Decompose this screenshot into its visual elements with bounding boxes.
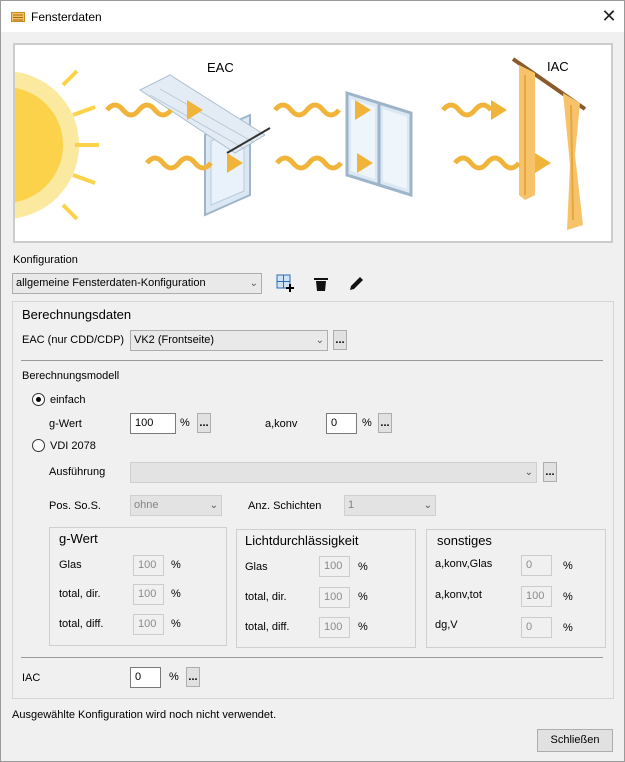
chevron-down-icon: ⌄ (423, 500, 432, 511)
edit-pencil-icon[interactable] (347, 275, 365, 293)
add-configuration-icon[interactable] (276, 274, 294, 292)
row-label: total, dir. (245, 591, 287, 603)
licht-total-diff-input[interactable]: 100 (319, 617, 350, 638)
licht-glas-input[interactable]: 100 (319, 556, 350, 577)
delete-trash-icon[interactable] (312, 275, 330, 293)
row-label: total, dir. (59, 588, 101, 600)
gwert-group: g-Wert Glas 100 % total, dir. 100 % tota… (49, 527, 227, 646)
gwert-input[interactable]: 100 (130, 413, 176, 434)
eac-label: EAC (207, 60, 234, 75)
row-label: total, diff. (245, 621, 290, 633)
unit: % (171, 588, 181, 600)
unit: % (171, 618, 181, 630)
chevron-down-icon: ⌄ (315, 335, 324, 346)
akonv-unit: % (362, 417, 372, 429)
unit: % (563, 622, 573, 634)
unit: % (563, 560, 573, 572)
unit: % (358, 561, 368, 573)
anz-label: Anz. Schichten (248, 500, 322, 512)
berechnungsdaten-panel: Berechnungsdaten EAC (nur CDD/CDP) VK2 (… (12, 301, 614, 699)
ausfuehrung-label: Ausführung (49, 466, 106, 478)
konfiguration-label: Konfiguration (13, 254, 78, 266)
group-title: g-Wert (59, 531, 98, 546)
iac-field-label: IAC (22, 672, 41, 684)
eac-more-button[interactable]: ... (333, 330, 347, 350)
window-app-icon (11, 12, 25, 22)
chevron-down-icon: ⌄ (524, 467, 533, 478)
row-label: total, diff. (59, 618, 104, 630)
chevron-down-icon: ⌄ (249, 278, 258, 289)
gwert-total-dir-input[interactable]: 100 (133, 584, 164, 605)
gwert-label: g-Wert (49, 418, 82, 430)
eac-window-icon (139, 74, 271, 217)
pos-label: Pos. So.S. (49, 500, 101, 512)
window-icon (345, 90, 413, 198)
pos-dropdown[interactable]: ohne ⌄ (130, 495, 222, 516)
iac-label: IAC (547, 59, 569, 74)
einfach-label: einfach (50, 394, 86, 406)
group-title: Lichtdurchlässigkeit (245, 533, 359, 548)
title-bar: Fensterdaten ✕ (1, 1, 624, 32)
shading-illustration: EAC IAC (15, 57, 587, 230)
anz-dropdown[interactable]: 1 ⌄ (344, 495, 436, 516)
akonv-glas-input[interactable]: 0 (521, 555, 552, 576)
dialog-window: Fensterdaten ✕ EAC IAC Konfiguration all… (0, 0, 625, 762)
eac-field-label: EAC (nur CDD/CDP) (22, 334, 125, 346)
licht-group: Lichtdurchlässigkeit Glas 100 % total, d… (236, 529, 416, 648)
berechnungsdaten-title: Berechnungsdaten (22, 307, 132, 322)
ausfuehrung-dropdown[interactable]: ⌄ (130, 462, 537, 483)
chevron-down-icon: ⌄ (209, 500, 218, 511)
row-label: dg,V (435, 619, 458, 631)
divider (21, 657, 603, 658)
berechnungsmodell-title: Berechnungsmodell (22, 370, 120, 382)
unit: % (563, 591, 573, 603)
group-title: sonstiges (437, 533, 492, 548)
vdi-label: VDI 2078 (50, 440, 96, 452)
ausfuehrung-more-button[interactable]: ... (543, 462, 557, 482)
gwert-unit: % (180, 417, 190, 429)
row-label: a,konv,tot (435, 589, 482, 601)
iac-more-button[interactable]: ... (186, 667, 200, 687)
eac-value: VK2 (Frontseite) (134, 334, 215, 346)
eac-dropdown[interactable]: VK2 (Frontseite) ⌄ (130, 330, 328, 351)
dgv-input[interactable]: 0 (521, 617, 552, 638)
iac-input[interactable]: 0 (130, 667, 161, 688)
close-button[interactable]: Schließen (537, 729, 613, 752)
status-text: Ausgewählte Konfiguration wird noch nich… (12, 709, 277, 721)
row-label: Glas (245, 561, 268, 573)
unit: % (358, 591, 368, 603)
vdi-radio[interactable] (32, 439, 45, 452)
iac-unit: % (169, 671, 179, 683)
iac-curtain-icon (511, 57, 587, 230)
heat-arrow-icons (105, 102, 521, 171)
konfiguration-dropdown[interactable]: allgemeine Fensterdaten-Konfiguration ⌄ (12, 273, 262, 294)
einfach-radio[interactable] (32, 393, 45, 406)
close-icon[interactable]: ✕ (597, 4, 621, 28)
gwert-total-diff-input[interactable]: 100 (133, 614, 164, 635)
konfiguration-value: allgemeine Fensterdaten-Konfiguration (16, 277, 206, 289)
sun-icon (15, 69, 99, 221)
gwert-more-button[interactable]: ... (197, 413, 211, 433)
window-illustration: EAC IAC (13, 43, 613, 243)
gwert-glas-input[interactable]: 100 (133, 555, 164, 576)
akonv-input[interactable]: 0 (326, 413, 357, 434)
licht-total-dir-input[interactable]: 100 (319, 587, 350, 608)
row-label: a,konv,Glas (435, 558, 493, 570)
unit: % (171, 559, 181, 571)
window-title: Fensterdaten (31, 10, 102, 24)
akonv-more-button[interactable]: ... (378, 413, 392, 433)
akonv-tot-input[interactable]: 100 (521, 586, 552, 607)
row-label: Glas (59, 559, 82, 571)
divider (21, 360, 603, 361)
akonv-label: a,konv (265, 418, 298, 430)
pos-value: ohne (134, 499, 159, 511)
unit: % (358, 621, 368, 633)
sonstiges-group: sonstiges a,konv,Glas 0 % a,konv,tot 100… (426, 529, 606, 648)
anz-value: 1 (348, 499, 355, 511)
